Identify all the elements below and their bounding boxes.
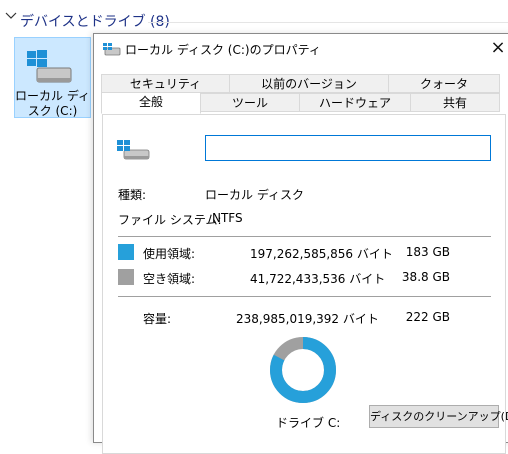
type-label: 種類: [118,188,147,202]
disk-cleanup-button[interactable]: ディスクのクリーンアップ(D) [369,405,508,428]
drive-caption: ドライブ C: [276,416,341,430]
filesystem-value: NTFS [212,211,243,225]
drive-tile-c[interactable]: ローカル ディ スク (C:) [14,37,91,118]
free-space-swatch [118,269,134,285]
dialog-title: ローカル ディスク (C:)のプロパティ [125,43,321,57]
used-space-gb: 183 GB [405,245,450,259]
disk-usage-donut [270,337,336,403]
used-space-swatch [118,244,134,260]
drive-tile-label: ローカル ディ スク (C:) [15,89,90,118]
drive-windows-icon [117,140,150,160]
close-button[interactable]: × [484,34,508,62]
tab-previous-versions[interactable]: 以前のバージョン [229,74,389,93]
drive-icon [103,43,121,56]
devices-group-header[interactable]: デバイスとドライブ (8) [0,8,508,32]
tab-row-top: セキュリティ 以前のバージョン クォータ [94,74,508,93]
capacity-bytes: 238,985,019,392 バイト [236,312,379,326]
free-space-label: 空き領域: [143,272,196,286]
chevron-down-icon[interactable] [5,10,17,24]
tab-tools[interactable]: ツール [200,93,300,112]
capacity-gb: 222 GB [405,310,450,324]
type-value: ローカル ディスク [205,188,304,202]
separator [118,236,491,237]
tab-sharing[interactable]: 共有 [410,93,500,112]
group-title: デバイスとドライブ (8) [20,14,170,30]
group-divider [148,22,508,23]
tab-quota[interactable]: クォータ [388,74,500,93]
tab-general[interactable]: 全般 [101,92,201,114]
filesystem-label: ファイル システム: [118,213,222,227]
free-space-bytes: 41,722,433,536 バイト [250,272,386,286]
tab-hardware[interactable]: ハードウェア [299,93,411,112]
used-space-bytes: 197,262,585,856 バイト [250,247,393,261]
free-space-gb: 38.8 GB [401,270,450,284]
used-space-label: 使用領域: [143,247,196,261]
volume-name-input[interactable] [205,135,491,161]
drive-windows-icon [27,50,72,83]
tab-row-bottom: 全般 ツール ハードウェア 共有 [94,92,508,114]
dialog-titlebar[interactable]: ローカル ディスク (C:)のプロパティ × [94,34,508,64]
separator [118,296,491,297]
capacity-label: 容量: [143,312,172,326]
tab-security[interactable]: セキュリティ [101,74,230,93]
